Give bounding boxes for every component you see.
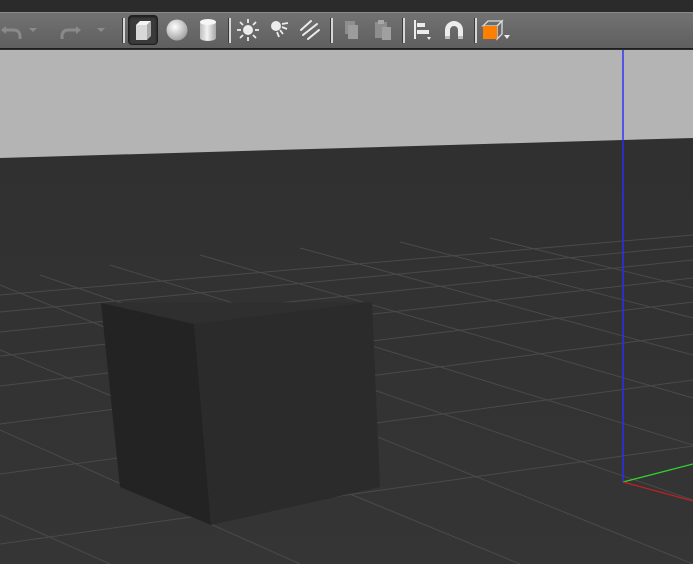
align-icon — [414, 20, 431, 40]
toolbar-separator — [474, 18, 477, 43]
point-light-icon — [237, 19, 259, 41]
undo-icon — [1, 26, 22, 39]
redo-button[interactable] — [56, 15, 86, 45]
sphere-button[interactable] — [162, 15, 192, 45]
undo-button[interactable] — [0, 15, 26, 45]
snap-button[interactable] — [439, 15, 469, 45]
gazebo-window — [0, 0, 693, 564]
paste-button[interactable] — [368, 15, 398, 45]
chevron-down-icon — [29, 28, 37, 32]
directional-light-icon — [300, 20, 320, 40]
toolbar-separator — [122, 18, 125, 43]
cylinder-shape-icon — [200, 19, 216, 41]
copy-icon — [345, 21, 358, 39]
redo-history-button[interactable] — [94, 15, 108, 45]
chevron-down-icon — [97, 28, 105, 32]
cylinder-button[interactable] — [193, 15, 223, 45]
paste-icon — [375, 20, 391, 40]
align-button[interactable] — [408, 15, 438, 45]
main-toolbar — [0, 12, 693, 49]
spot-light-icon — [271, 21, 289, 38]
copy-button[interactable] — [336, 15, 366, 45]
toolbar-separator — [330, 18, 333, 43]
toolbar-separator — [402, 18, 405, 43]
toolbar-separator — [228, 18, 231, 43]
undo-history-button[interactable] — [26, 15, 40, 45]
sphere-shape-icon — [166, 19, 188, 41]
box-model[interactable] — [101, 302, 380, 525]
view-angle-cube-icon — [481, 19, 510, 41]
directional-light-button[interactable] — [295, 15, 325, 45]
spot-light-button[interactable] — [264, 15, 294, 45]
box-button[interactable] — [128, 15, 158, 45]
scene-viewport[interactable] — [0, 50, 693, 564]
point-light-button[interactable] — [233, 15, 263, 45]
magnet-icon — [445, 21, 463, 39]
redo-icon — [60, 26, 81, 39]
title-strip — [0, 0, 693, 12]
box-shape-icon — [136, 21, 151, 40]
view-angle-button[interactable] — [478, 15, 512, 45]
